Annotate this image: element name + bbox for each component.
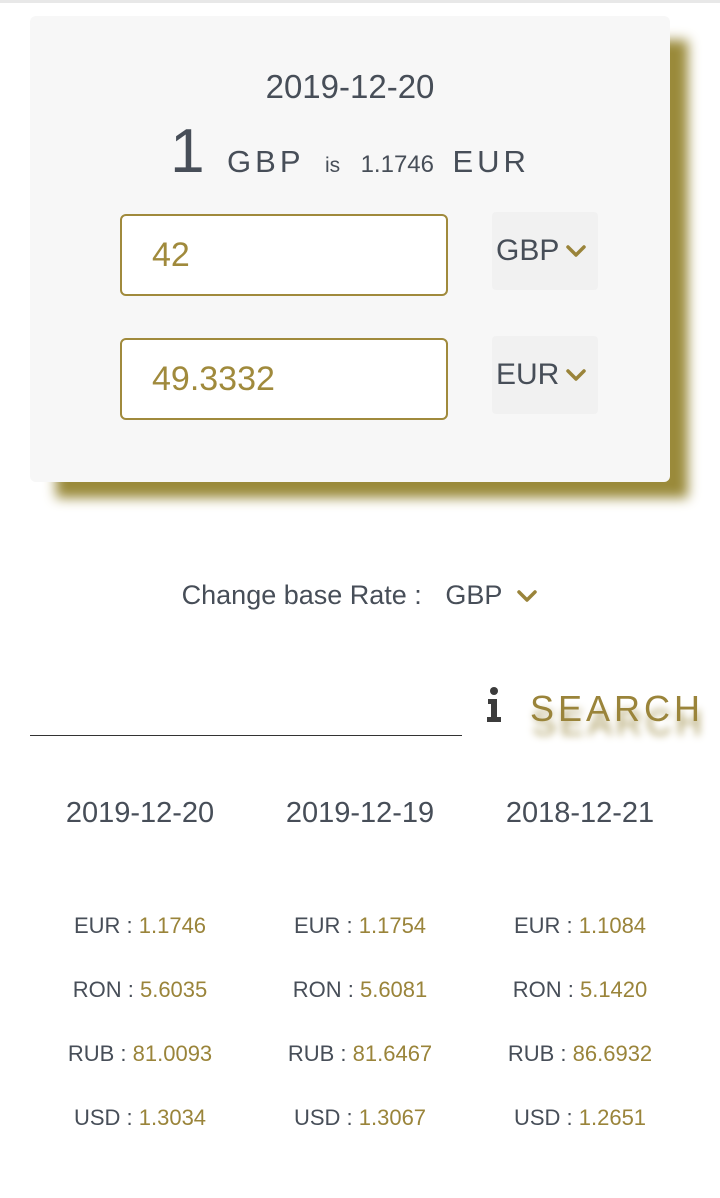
base-rate-row: Change base Rate : GBP [0,580,720,611]
rate-base-code: GBP [227,144,305,179]
rate-amount: 1.1084 [578,913,647,938]
rate-amount: 1.1754 [358,913,427,938]
rate-code: USD : [73,1105,133,1130]
rate-row: RUB : 81.0093 [30,1022,250,1086]
from-currency-select[interactable]: GBP [492,212,598,290]
rate-code: RON : [512,977,574,1002]
rate-row: EUR : 1.1746 [30,894,250,958]
rate-amount: 81.0093 [132,1041,213,1066]
rate-amount: 1.3034 [138,1105,207,1130]
rate-row: EUR : 1.1754 [250,894,470,958]
converter-card: 2019-12-20 1 GBP is 1.1746 EUR GBP EUR [30,16,670,482]
rate-amount: 5.6035 [139,977,208,1002]
rate-code: RUB : [67,1041,127,1066]
chevron-down-icon [566,245,587,257]
history-rates: EUR : 1.1084 RON : 5.1420 RUB : 86.6932 … [470,894,690,1150]
history-date: 2019-12-19 [285,797,435,829]
rate-row: RUB : 81.6467 [250,1022,470,1086]
to-currency-select[interactable]: EUR [492,336,598,414]
rate-code: EUR : [293,913,353,938]
rate-code: USD : [293,1105,353,1130]
history-column: 2018-12-21 EUR : 1.1084 RON : 5.1420 RUB… [470,790,690,1150]
rate-amount: 81.6467 [352,1041,433,1066]
rate-code: EUR : [73,913,133,938]
search-button[interactable]: SEARCH [530,688,704,730]
search-input[interactable] [30,686,462,736]
rate-row: USD : 1.3034 [30,1086,250,1150]
rate-amount: 5.6081 [359,977,428,1002]
rate-amount: 1.2651 [578,1105,647,1130]
history-column: 2019-12-19 EUR : 1.1754 RON : 5.6081 RUB… [250,790,470,1150]
to-currency-label: EUR [496,358,560,391]
rate-is-label: is [324,154,341,177]
rate-code: USD : [513,1105,573,1130]
base-rate-value: GBP [445,580,503,610]
history-column: 2019-12-20 EUR : 1.1746 RON : 5.6035 RUB… [30,790,250,1150]
chevron-down-icon [517,589,538,602]
rate-row: USD : 1.2651 [470,1086,690,1150]
to-amount-input[interactable] [120,338,448,420]
rate-target-code: EUR [452,144,530,179]
rate-amount: 1 [170,117,205,186]
rate-code: RUB : [287,1041,347,1066]
rate-row: EUR : 1.1084 [470,894,690,958]
rate-amount: 5.1420 [579,977,648,1002]
rate-amount: 1.1746 [138,913,207,938]
rate-amount: 1.3067 [358,1105,427,1130]
rate-code: RON : [72,977,134,1002]
converter-date: 2019-12-20 [265,68,435,105]
chevron-down-icon [566,369,587,381]
base-rate-label: Change base Rate : [181,580,422,610]
rate-row: USD : 1.3067 [250,1086,470,1150]
history-rates: EUR : 1.1746 RON : 5.6035 RUB : 81.0093 … [30,894,250,1150]
rate-row: RON : 5.6035 [30,958,250,1022]
from-amount-input[interactable] [120,214,448,296]
top-edge-divider [0,0,720,3]
rate-row: RON : 5.1420 [470,958,690,1022]
info-icon[interactable] [480,684,508,724]
rate-row: RUB : 86.6932 [470,1022,690,1086]
rate-value: 1.1746 [360,151,434,178]
history-rates: EUR : 1.1754 RON : 5.6081 RUB : 81.6467 … [250,894,470,1150]
history-date: 2018-12-21 [505,797,655,829]
from-currency-label: GBP [496,234,560,267]
base-rate-select[interactable]: GBP [445,580,538,611]
rate-code: RUB : [507,1041,567,1066]
rate-code: RON : [292,977,354,1002]
rate-amount: 86.6932 [572,1041,653,1066]
exchange-rate-summary: 1 GBP is 1.1746 EUR [30,116,670,187]
rate-code: EUR : [513,913,573,938]
rate-row: RON : 5.6081 [250,958,470,1022]
history-date: 2019-12-20 [65,797,215,829]
